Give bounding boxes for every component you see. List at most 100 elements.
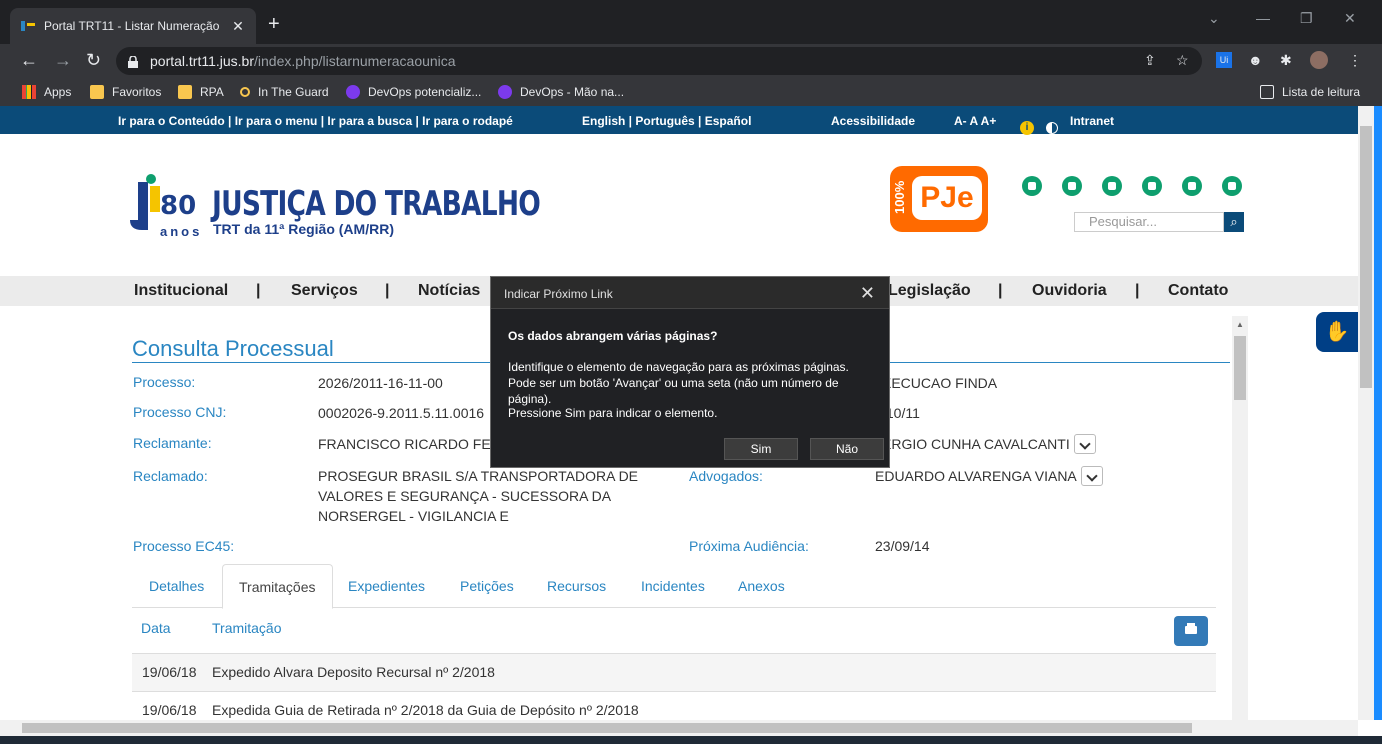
browser-tab[interactable]: Portal TRT11 - Listar Numeração ✕ <box>10 8 256 44</box>
skip-links[interactable]: Ir para o Conteúdo | Ir para o menu | Ir… <box>118 114 513 128</box>
browser-tabstrip: Portal TRT11 - Listar Numeração ✕ + ⌄ — … <box>0 0 1382 44</box>
audiencia-label: Próxima Audiência: <box>689 538 809 554</box>
minimize-icon[interactable]: — <box>1256 10 1270 26</box>
reclamante-label: Reclamante: <box>133 435 212 451</box>
browser-toolbar: ← → ↻ portal.trt11.jus.br/index.php/list… <box>0 44 1382 78</box>
menu-separator: | <box>256 282 261 299</box>
tab-detalhes[interactable]: Detalhes <box>133 564 220 608</box>
reading-list-icon <box>1260 85 1274 99</box>
menu-kebab-icon[interactable]: ⋮ <box>1348 52 1362 69</box>
bookmark-devops-1[interactable]: DevOps potencializ... <box>346 85 481 99</box>
pje-logo[interactable]: 100% PJe <box>890 166 988 232</box>
close-window-icon[interactable]: ✕ <box>1344 10 1356 27</box>
status-value: XECUCAO FINDA <box>882 375 998 391</box>
tab-anexos[interactable]: Anexos <box>722 564 801 608</box>
facebook-icon[interactable] <box>1022 176 1042 196</box>
audiencia-value: 23/09/14 <box>875 538 930 554</box>
language-links[interactable]: English | Português | Español <box>582 114 751 128</box>
twitter-icon[interactable] <box>1062 176 1082 196</box>
instagram-icon[interactable] <box>1222 176 1242 196</box>
page-scroll-thumb[interactable] <box>1360 126 1372 388</box>
tab-expedientes[interactable]: Expedientes <box>332 564 441 608</box>
font-size-controls[interactable]: A- A A+ <box>954 114 996 128</box>
address-bar[interactable]: portal.trt11.jus.br/index.php/listarnume… <box>116 47 1202 75</box>
chevron-down-icon[interactable] <box>1073 434 1096 455</box>
devops-icon <box>498 85 512 99</box>
folder-icon <box>90 85 104 99</box>
horizontal-scrollbar[interactable] <box>0 720 1358 736</box>
url-host: portal.trt11.jus.br <box>150 53 255 69</box>
tab-incidentes[interactable]: Incidentes <box>625 564 721 608</box>
logo-anos: anos <box>160 224 203 239</box>
rss-icon[interactable] <box>1142 176 1162 196</box>
profile-avatar[interactable] <box>1310 51 1328 69</box>
cnj-value: 0002026-9.2011.5.11.0016 <box>318 405 485 421</box>
restore-icon[interactable]: ❐ <box>1300 10 1313 27</box>
print-button[interactable] <box>1174 616 1208 646</box>
advogado-2: EDUARDO ALVARENGA VIANA <box>875 466 1103 487</box>
no-button[interactable]: Não <box>810 438 884 460</box>
tab-tramitacoes[interactable]: Tramitações <box>222 564 333 609</box>
table-row: 19/06/18 Expedido Alvara Deposito Recurs… <box>132 654 1216 692</box>
scroll-up-icon[interactable]: ▲ <box>1236 320 1244 329</box>
os-taskbar <box>0 736 1382 744</box>
menu-contato[interactable]: Contato <box>1168 282 1228 300</box>
star-icon[interactable]: ☆ <box>1176 52 1189 69</box>
scroll-thumb[interactable] <box>1234 336 1246 400</box>
intranet-link[interactable]: Intranet <box>1070 114 1114 128</box>
sign-language-icon[interactable]: ✋ <box>1316 312 1358 352</box>
col-data: Data <box>141 620 171 636</box>
uipath-extension-icon[interactable]: Ui <box>1216 52 1232 68</box>
menu-noticias[interactable]: Notícias <box>418 282 480 300</box>
menu-institucional[interactable]: Institucional <box>134 282 228 300</box>
new-tab-icon[interactable]: + <box>268 12 280 36</box>
menu-ouvidoria[interactable]: Ouvidoria <box>1032 282 1107 300</box>
puzzle-icon[interactable]: ✱ <box>1280 52 1292 69</box>
reading-list[interactable]: Lista de leitura <box>1260 85 1360 99</box>
forward-icon[interactable]: → <box>54 51 72 69</box>
page-scrollbar[interactable] <box>1358 106 1374 720</box>
bookmark-in-the-guard[interactable]: In The Guard <box>240 85 329 99</box>
yes-button[interactable]: Sim <box>724 438 798 460</box>
chevron-down-icon[interactable]: ⌄ <box>1208 10 1220 27</box>
tab-title: Portal TRT11 - Listar Numeração <box>44 19 220 33</box>
search-icon[interactable]: ⌕ <box>1224 212 1244 232</box>
svg-text:80: 80 <box>160 191 196 221</box>
tab-peticoes[interactable]: Petições <box>444 564 530 608</box>
reclamante-value: FRANCISCO RICARDO FE <box>318 436 491 452</box>
bookmark-devops-2[interactable]: DevOps - Mão na... <box>498 85 624 99</box>
extension-face-icon[interactable]: ☻ <box>1248 52 1263 68</box>
guard-icon <box>240 87 250 97</box>
flickr-icon[interactable] <box>1102 176 1122 196</box>
accessibility-bar: Ir para o Conteúdo | Ir para o menu | Ir… <box>0 106 1358 135</box>
table-header: Data Tramitação <box>132 614 1216 654</box>
ec45-label: Processo EC45: <box>133 538 235 554</box>
col-tramitacao: Tramitação <box>212 620 282 636</box>
dialog-instruction: Pressione Sim para indicar o elemento. <box>508 406 718 420</box>
reload-icon[interactable]: ↻ <box>86 51 101 69</box>
youtube-icon[interactable] <box>1182 176 1202 196</box>
close-icon[interactable]: ✕ <box>860 283 875 304</box>
advogado-1: ERGIO CUNHA CAVALCANTI <box>882 434 1096 455</box>
logo-title[interactable]: JUSTIÇA DO TRABALHO <box>212 184 541 224</box>
apps-grid-icon <box>22 85 36 99</box>
accessibility-link[interactable]: Acessibilidade <box>831 114 915 128</box>
table-row: 19/06/18 Expedida Guia de Retirada nº 2/… <box>132 692 1216 720</box>
chevron-down-icon[interactable] <box>1080 466 1103 487</box>
back-icon[interactable]: ← <box>20 51 38 69</box>
search-input[interactable]: Pesquisar... <box>1074 212 1224 232</box>
menu-servicos[interactable]: Serviços <box>291 282 358 300</box>
tab-recursos[interactable]: Recursos <box>531 564 622 608</box>
content-scrollbar[interactable]: ▲ <box>1232 316 1248 720</box>
menu-legislacao[interactable]: Legislação <box>888 282 971 300</box>
web-page: Ir para o Conteúdo | Ir para o menu | Ir… <box>0 106 1358 720</box>
trt-favicon-icon <box>20 18 36 34</box>
share-icon[interactable]: ⇪ <box>1144 52 1156 69</box>
reclamado-label: Reclamado: <box>133 468 208 484</box>
process-tabs: Detalhes Tramitações Expedientes Petiçõe… <box>132 564 1216 609</box>
bookmark-rpa[interactable]: RPA <box>178 85 224 99</box>
close-tab-icon[interactable]: ✕ <box>230 18 246 35</box>
horizontal-scroll-thumb[interactable] <box>22 723 1192 733</box>
bookmark-favoritos[interactable]: Favoritos <box>90 85 161 99</box>
bookmark-apps[interactable]: Apps <box>22 85 71 99</box>
